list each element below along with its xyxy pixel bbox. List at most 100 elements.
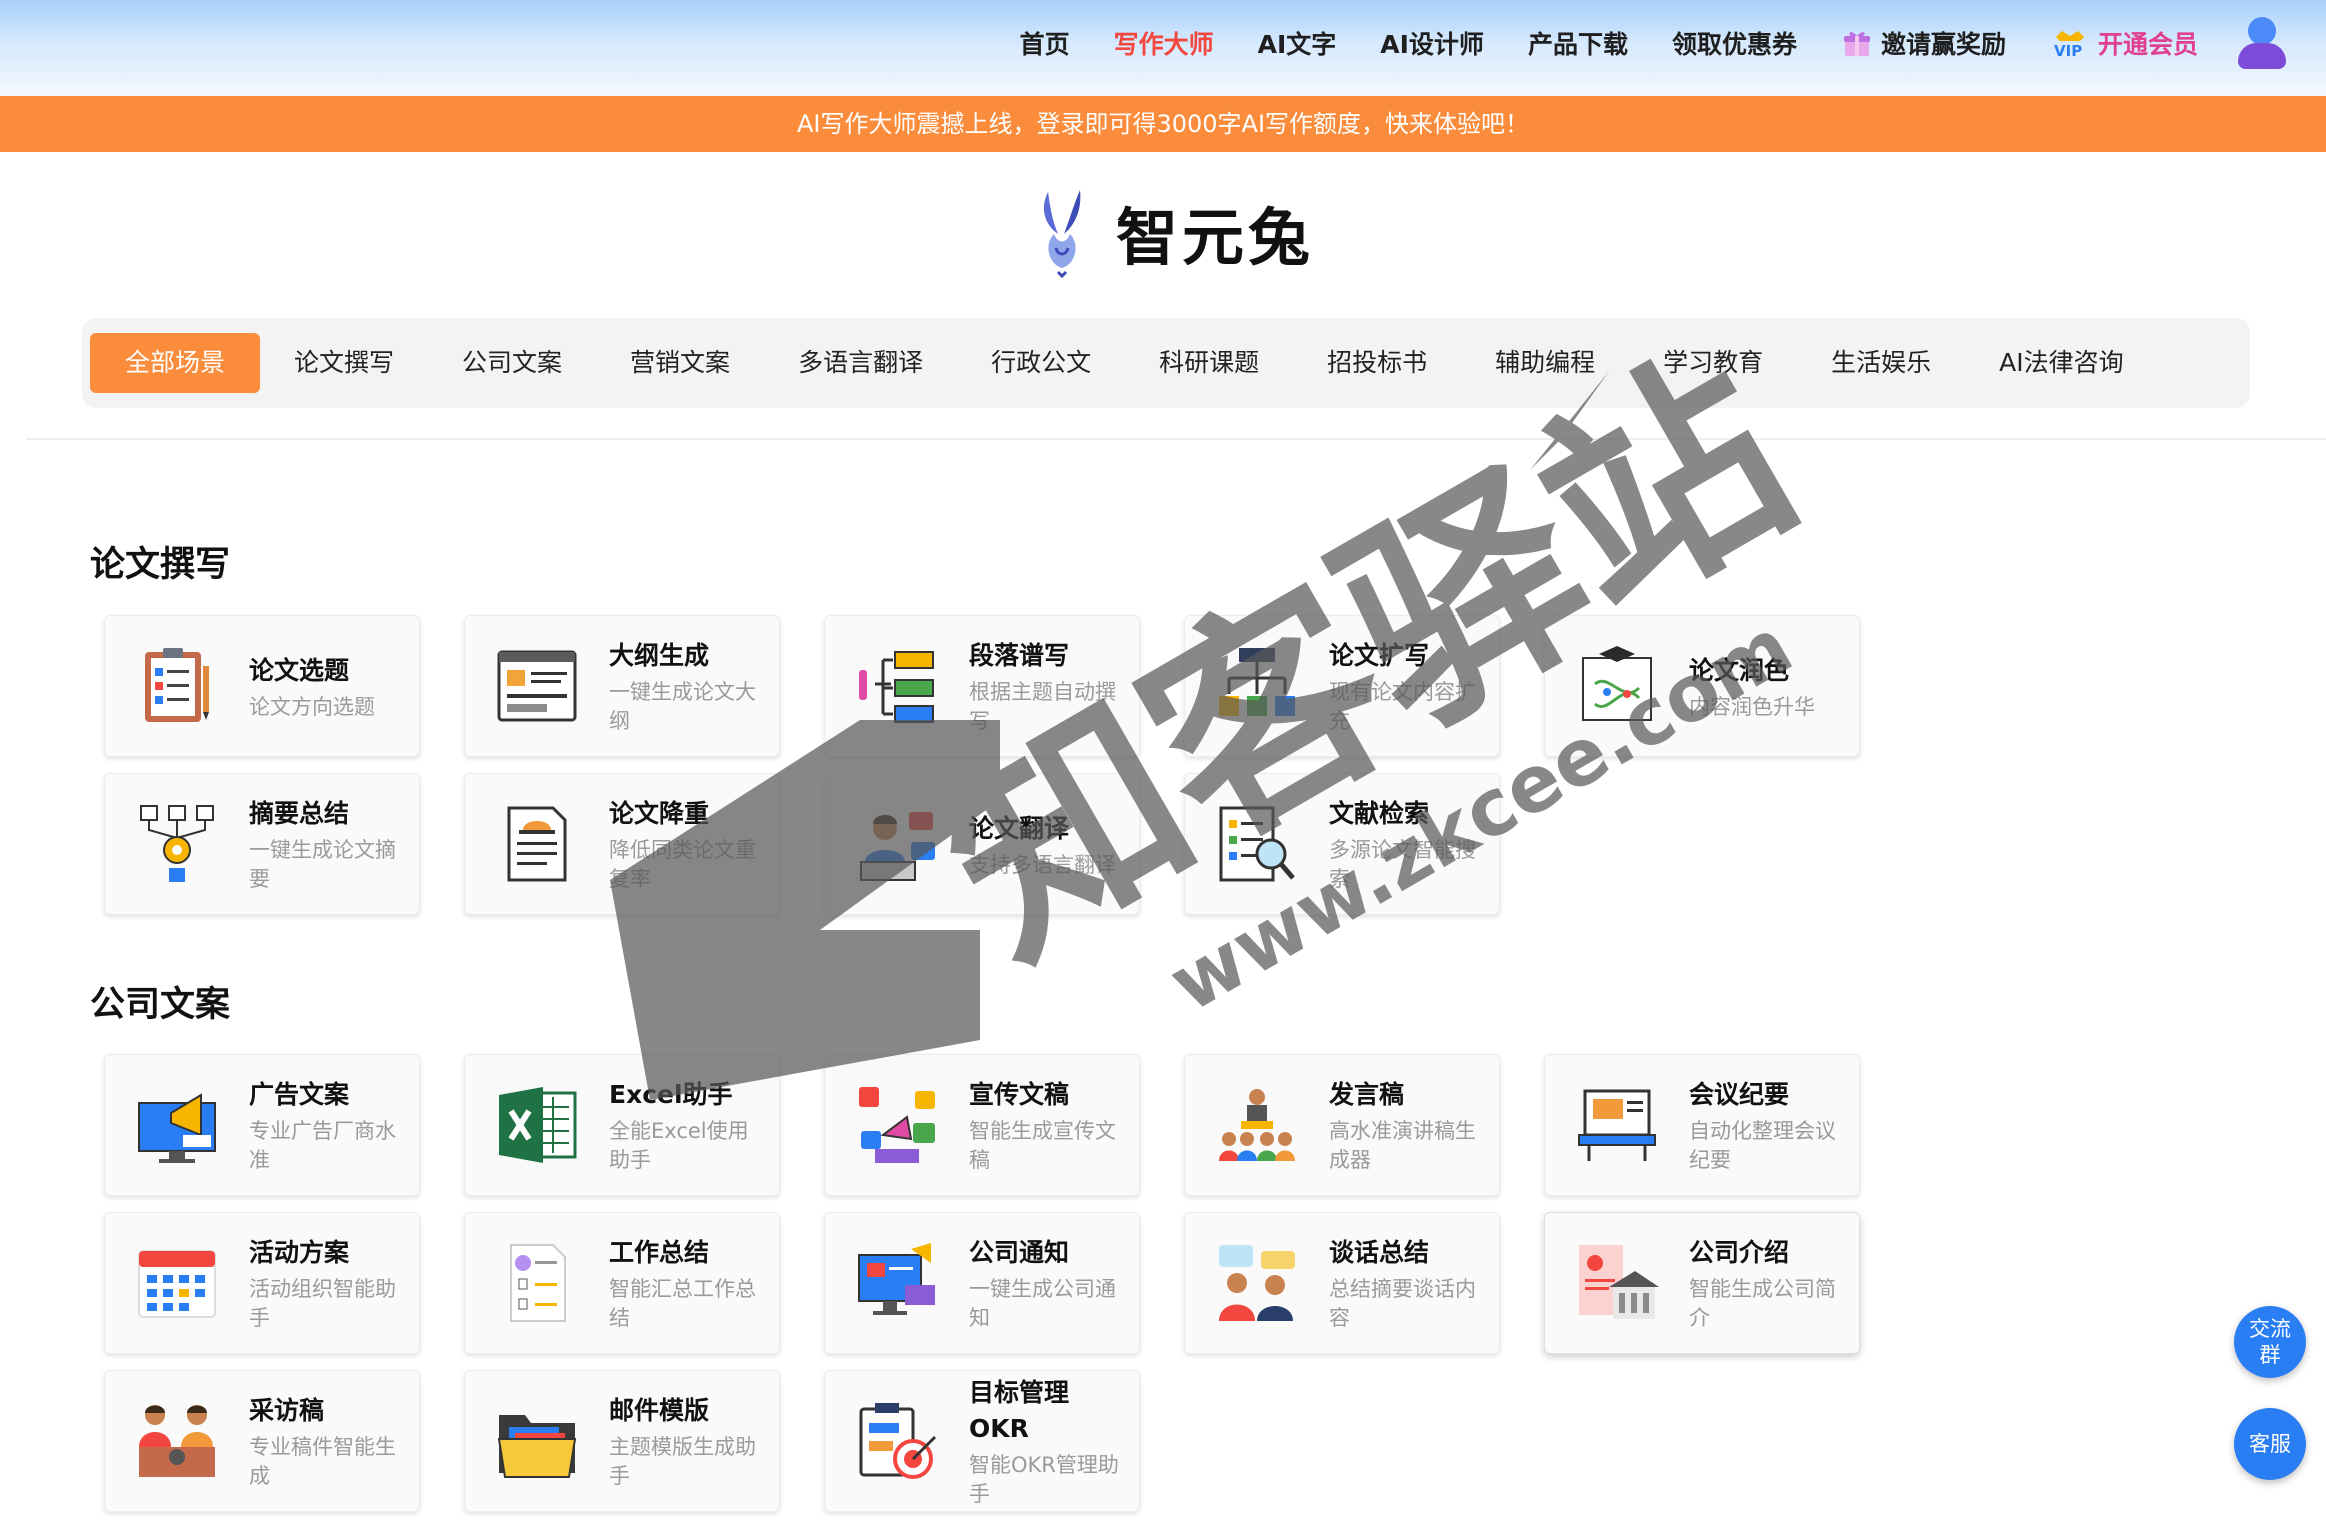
clipboard-checklist-icon — [145, 648, 209, 722]
card-expand[interactable]: 论文扩写 现有论文内容扩充 — [1184, 615, 1500, 757]
tab-entertainment[interactable]: 生活娱乐 — [1797, 333, 1965, 393]
nav-invite[interactable]: 邀请赢奖励 — [1841, 25, 2006, 61]
card-interview[interactable]: 采访稿专业稿件智能生成 — [104, 1370, 420, 1512]
card-literature[interactable]: 文献检索多源论文智能搜索 — [1184, 773, 1500, 915]
card-company-intro[interactable]: 公司介绍 智能生成公司简介 — [1544, 1212, 1860, 1354]
tab-bidding[interactable]: 招投标书 — [1293, 333, 1461, 393]
card-translate[interactable]: 论文翻译支持多语言翻译 — [824, 773, 1140, 915]
notification-monitor-icon — [858, 1243, 935, 1315]
card-notice[interactable]: 公司通知 一键生成公司通知 — [824, 1212, 1140, 1354]
promotion-phone-icon — [859, 1087, 935, 1163]
card-okr[interactable]: 目标管理OKR 智能OKR管理助手 — [824, 1370, 1140, 1512]
vip-badge-text: VIP — [2054, 42, 2082, 59]
card-title: 邮件模版 — [609, 1396, 710, 1425]
divider — [26, 438, 2326, 440]
card-desc: 智能汇总工作总结 — [609, 1277, 756, 1330]
card-title: Excel助手 — [609, 1080, 733, 1109]
nav-home[interactable]: 首页 — [1020, 25, 1070, 61]
card-event[interactable]: 活动方案 活动组织智能助手 — [104, 1212, 420, 1354]
tab-all[interactable]: 全部场景 — [90, 333, 261, 393]
customer-service-button[interactable]: 客服 — [2234, 1408, 2306, 1480]
nav-ai-text[interactable]: AI文字 — [1258, 25, 1337, 61]
card-title: 活动方案 — [249, 1238, 350, 1267]
card-title: 谈话总结 — [1329, 1238, 1430, 1267]
card-desc: 多源论文智能搜索 — [1329, 838, 1476, 891]
card-desc: 全能Excel使用助手 — [609, 1119, 749, 1172]
group-chat-button[interactable]: 交流群 — [2234, 1306, 2306, 1378]
card-dedup[interactable]: 论文降重降低同类论文重复率 — [464, 773, 780, 915]
nav-vip-label: 开通会员 — [2097, 30, 2198, 59]
card-title: 论文降重 — [609, 799, 710, 828]
card-desc: 高水准演讲稿生成器 — [1329, 1119, 1476, 1172]
meeting-laptop-icon — [1578, 1089, 1656, 1161]
card-title: 会议纪要 — [1689, 1080, 1790, 1109]
outline-browser-icon — [497, 650, 577, 722]
tab-translation[interactable]: 多语言翻译 — [764, 333, 957, 393]
document-search-icon — [1219, 806, 1295, 882]
nav-ai-designer[interactable]: AI设计师 — [1380, 25, 1484, 61]
nav-download[interactable]: 产品下载 — [1528, 25, 1628, 61]
card-title: 广告文案 — [249, 1080, 350, 1109]
tab-research[interactable]: 科研课题 — [1125, 333, 1293, 393]
gear-flow-icon — [140, 805, 214, 882]
card-title: 采访稿 — [249, 1396, 325, 1425]
card-ad-copy[interactable]: 广告文案 专业广告厂商水准 — [104, 1054, 420, 1196]
card-title: 宣传文稿 — [969, 1080, 1070, 1109]
graduation-dna-icon — [1582, 646, 1652, 721]
card-title: 公司通知 — [969, 1238, 1070, 1267]
card-title: 论文扩写 — [1329, 641, 1430, 670]
tab-education[interactable]: 学习教育 — [1629, 333, 1797, 393]
tab-company[interactable]: 公司文案 — [428, 333, 596, 393]
card-minutes[interactable]: 会议纪要 自动化整理会议纪要 — [1544, 1054, 1860, 1196]
card-desc: 论文方向选题 — [249, 694, 375, 719]
card-promo[interactable]: 宣传文稿智能生成宣传文稿 — [824, 1054, 1140, 1196]
promo-banner: AI写作大师震撼上线，登录即可得3000字AI写作额度，快来体验吧！ — [0, 96, 2326, 152]
card-desc: 支持多语言翻译 — [969, 852, 1116, 877]
card-desc: 一键生成论文大纲 — [609, 680, 756, 733]
user-avatar[interactable] — [2238, 17, 2286, 69]
tab-marketing[interactable]: 营销文案 — [596, 333, 764, 393]
paragraph-tree-icon — [859, 651, 934, 723]
nav-coupon[interactable]: 领取优惠券 — [1672, 25, 1797, 61]
card-desc: 专业稿件智能生成 — [249, 1435, 396, 1488]
card-title: 摘要总结 — [249, 799, 350, 828]
tab-legal[interactable]: AI法律咨询 — [1965, 333, 2157, 393]
translator-person-icon — [860, 812, 935, 881]
card-polish[interactable]: 论文润色 内容润色升华 — [1544, 615, 1860, 757]
gift-icon — [1843, 32, 1870, 56]
card-title: 文献检索 — [1329, 799, 1430, 828]
card-desc: 主题模版生成助手 — [609, 1435, 756, 1488]
card-paragraph[interactable]: 段落谱写根据主题自动撰写 — [824, 615, 1140, 757]
card-desc: 智能生成宣传文稿 — [969, 1119, 1116, 1172]
megaphone-monitor-icon — [138, 1093, 216, 1163]
card-work-summary[interactable]: 工作总结 智能汇总工作总结 — [464, 1212, 780, 1354]
card-desc: 根据主题自动撰写 — [969, 680, 1116, 733]
card-email-template[interactable]: 邮件模版主题模版生成助手 — [464, 1370, 780, 1512]
card-thesis-topic[interactable]: 论文选题论文方向选题 — [104, 615, 420, 757]
card-desc: 降低同类论文重复率 — [609, 838, 756, 891]
card-conversation[interactable]: 谈话总结 总结摘要谈话内容 — [1184, 1212, 1500, 1354]
excel-icon — [499, 1087, 577, 1163]
card-title: 段落谱写 — [969, 641, 1070, 670]
folder-mail-icon — [497, 1415, 577, 1478]
nav-writing-master[interactable]: 写作大师 — [1114, 25, 1214, 61]
expand-hierarchy-icon — [1219, 648, 1295, 716]
brand-name: 智元兔 — [1116, 201, 1315, 274]
tab-programming[interactable]: 辅助编程 — [1461, 333, 1629, 393]
card-title: 论文选题 — [249, 655, 350, 685]
card-title: 公司介绍 — [1689, 1238, 1790, 1267]
target-clipboard-icon — [859, 1403, 937, 1479]
brand-logo: 智元兔 — [1030, 186, 1314, 278]
tab-thesis[interactable]: 论文撰写 — [260, 333, 428, 393]
category-tabs: 全部场景 论文撰写 公司文案 营销文案 多语言翻译 行政公文 科研课题 招投标书… — [82, 318, 2250, 408]
calendar-icon — [138, 1250, 216, 1318]
tab-administrative[interactable]: 行政公文 — [957, 333, 1125, 393]
card-excel[interactable]: Excel助手全能Excel使用助手 — [464, 1054, 780, 1196]
card-outline[interactable]: 大纲生成 一键生成论文大纲 — [464, 615, 780, 757]
card-title: 论文翻译 — [969, 813, 1070, 843]
nav-vip[interactable]: VIP 开通会员 — [2050, 25, 2198, 61]
conversation-icon — [1219, 1245, 1295, 1321]
card-speech[interactable]: 发言稿 高水准演讲稿生成器 — [1184, 1054, 1500, 1196]
top-navbar: 首页 写作大师 AI文字 AI设计师 产品下载 领取优惠券 邀请赢奖励 VIP … — [0, 0, 2326, 96]
card-abstract[interactable]: 摘要总结 一键生成论文摘要 — [104, 773, 420, 915]
